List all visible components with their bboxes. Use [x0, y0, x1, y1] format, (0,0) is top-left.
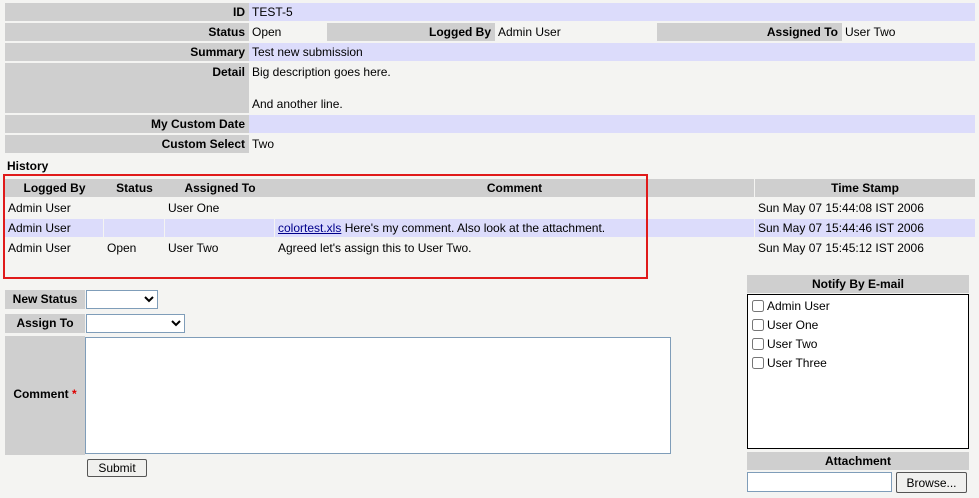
assign-to-label: Assign To: [5, 314, 85, 333]
notify-user-label: Admin User: [767, 299, 830, 313]
detail-line-1: Big description goes here.: [252, 65, 391, 79]
status-value: Open: [252, 25, 282, 39]
history-comment: [275, 199, 754, 200]
notify-title: Notify By E-mail: [747, 275, 969, 293]
attachment-file-input[interactable]: [747, 472, 892, 492]
notify-user-user-three[interactable]: User Three: [748, 354, 968, 373]
comment-label-text: Comment: [13, 387, 69, 401]
table-row: Admin User colortest.xls Here's my comme…: [5, 219, 975, 237]
table-row: Admin User Open User Two Agreed let's as…: [5, 239, 975, 257]
summary-value: Test new submission: [249, 43, 975, 61]
history-status: Open: [107, 241, 137, 255]
notify-user-user-two[interactable]: User Two: [748, 335, 968, 354]
history-comment-text: Agreed let's assign this to User Two.: [278, 241, 472, 255]
comment-label: Comment *: [5, 336, 85, 455]
custom-select-value: Two: [252, 137, 275, 151]
history-col-timestamp: Time Stamp: [755, 179, 975, 197]
new-status-label: New Status: [5, 290, 85, 309]
history-comment: Agreed let's assign this to User Two.: [275, 239, 754, 257]
id-label: ID: [5, 3, 249, 21]
assigned-to-value: User Two: [845, 25, 896, 39]
history-comment: colortest.xls Here's my comment. Also lo…: [275, 219, 754, 237]
history-status: [104, 199, 165, 200]
submit-button[interactable]: Submit: [87, 459, 147, 477]
logged-by-value: Admin User: [498, 25, 561, 39]
history-col-status: Status: [104, 179, 165, 197]
comment-textarea[interactable]: [85, 337, 671, 454]
new-status-select[interactable]: [86, 290, 158, 309]
custom-date-label: My Custom Date: [5, 115, 249, 133]
id-value: TEST-5: [249, 3, 975, 21]
history-status: [104, 219, 164, 237]
history-assigned-to: [165, 219, 274, 237]
detail-value: Big description goes here. And another l…: [249, 63, 975, 113]
history-comment-text: Here's my comment. Also look at the atta…: [344, 221, 606, 235]
history-logged-by: Admin User: [8, 201, 71, 215]
attachment-title: Attachment: [747, 452, 969, 470]
checkbox[interactable]: [752, 300, 764, 312]
table-row: Admin User User One Sun May 07 15:44:08 …: [5, 199, 975, 217]
status-label: Status: [5, 23, 249, 41]
custom-select-label: Custom Select: [5, 135, 249, 153]
detail-label: Detail: [5, 63, 249, 113]
attachment-link[interactable]: colortest.xls: [278, 221, 341, 235]
assign-to-select[interactable]: [86, 314, 185, 333]
checkbox[interactable]: [752, 319, 764, 331]
history-logged-by: Admin User: [5, 219, 103, 237]
history-logged-by: Admin User: [8, 241, 71, 255]
history-col-assigned-to: Assigned To: [165, 179, 275, 197]
assigned-to-label: Assigned To: [657, 23, 842, 41]
history-timestamp: Sun May 07 15:44:08 IST 2006: [758, 201, 924, 215]
history-assigned-to: User One: [168, 201, 220, 215]
notify-user-admin-user[interactable]: Admin User: [748, 297, 968, 316]
notify-user-label: User Three: [767, 356, 827, 370]
history-col-logged-by: Logged By: [5, 179, 104, 197]
notify-user-label: User One: [767, 318, 819, 332]
checkbox[interactable]: [752, 357, 764, 369]
history-timestamp: Sun May 07 15:45:12 IST 2006: [758, 241, 924, 255]
logged-by-label: Logged By: [327, 23, 495, 41]
history-timestamp: Sun May 07 15:44:46 IST 2006: [755, 219, 975, 237]
custom-date-value: [249, 115, 975, 133]
checkbox[interactable]: [752, 338, 764, 350]
summary-label: Summary: [5, 43, 249, 61]
history-assigned-to: User Two: [168, 241, 219, 255]
notify-user-list: Admin User User One User Two User Three: [747, 294, 969, 449]
history-title: History: [7, 159, 49, 173]
detail-line-2: And another line.: [252, 97, 343, 111]
notify-user-user-one[interactable]: User One: [748, 316, 968, 335]
required-mark: *: [72, 387, 77, 401]
notify-user-label: User Two: [767, 337, 818, 351]
history-col-comment: Comment: [275, 179, 754, 197]
browse-button[interactable]: Browse...: [896, 472, 967, 493]
